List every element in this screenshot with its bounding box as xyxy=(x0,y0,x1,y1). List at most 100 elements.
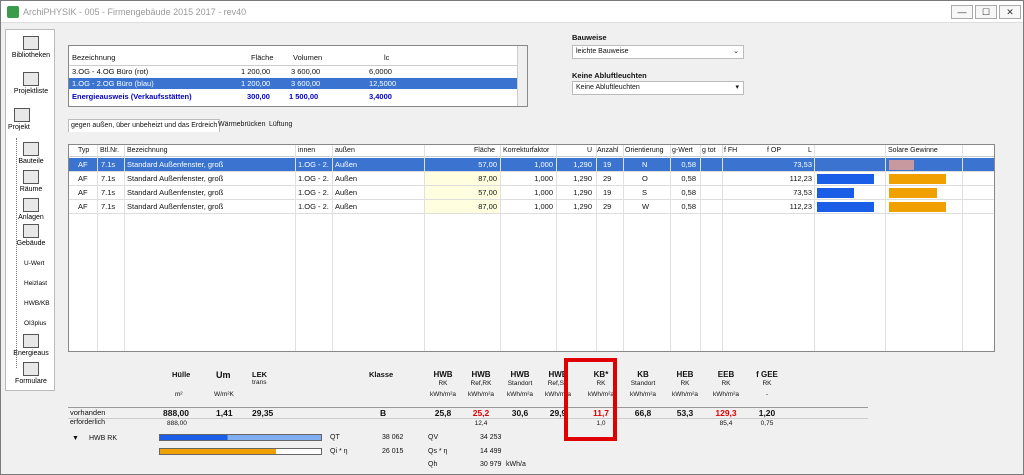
col-ffh[interactable]: f FH xyxy=(724,145,737,157)
grid-cell: 7.1s xyxy=(101,160,116,169)
grid-cell: Außen xyxy=(335,160,358,169)
nav-gebaeude[interactable]: Gebäude xyxy=(6,224,56,247)
grid-cell: AF xyxy=(78,174,88,183)
v-klasse: B xyxy=(380,408,387,418)
col-bezeichnung[interactable]: Bezeichnung xyxy=(127,145,167,157)
close-button[interactable]: ✕ xyxy=(999,5,1021,19)
bauweise-value: leichte Bauweise xyxy=(576,48,629,55)
tab-aussen[interactable]: gegen außen, über unbeheizt und das Erdr… xyxy=(68,119,221,132)
zone-volume: 1 500,00 xyxy=(289,92,319,101)
col-anzahl[interactable]: Anzahl xyxy=(597,145,618,157)
library-icon xyxy=(23,36,39,50)
lek-label: LEK xyxy=(252,370,267,379)
bauweise-select[interactable]: leichte Bauweise ⌄ xyxy=(572,45,744,59)
summary-col-sub: Standort xyxy=(507,380,533,387)
col-volumen[interactable]: Volumen xyxy=(293,52,322,63)
col-u[interactable]: U xyxy=(587,145,592,157)
grid-cell: 1,290 xyxy=(573,174,592,183)
grid-cell: 29 xyxy=(603,202,612,211)
col-fop[interactable]: f OP xyxy=(767,145,781,157)
col-gwert[interactable]: g-Wert xyxy=(672,145,693,157)
erforderlich-label: erforderlich xyxy=(70,419,106,426)
zone-table: Bezeichnung Fläche Volumen lc 3.OG - 4.O… xyxy=(68,45,528,107)
col-innen[interactable]: innen xyxy=(298,145,315,157)
grid-divider xyxy=(596,145,597,351)
nav-oi3plus[interactable]: OI3plus xyxy=(24,320,46,327)
summary-col-title: EEB xyxy=(717,370,735,379)
window-title: ArchiPHYSIK - 005 - Firmengebäude 2015 2… xyxy=(23,7,247,17)
col-flaeche[interactable]: Fläche xyxy=(251,52,274,63)
restore-button[interactable]: ☐ xyxy=(975,5,997,19)
solar-bar xyxy=(889,202,946,212)
grid-row[interactable]: AF 7.1s Standard Außenfenster, groß 1.OG - … xyxy=(69,158,994,172)
zone-row[interactable]: Energieausweis (Verkaufsstätten) 300,00 … xyxy=(69,91,517,102)
grid-divider xyxy=(700,145,701,351)
grid-cell: O xyxy=(642,174,648,183)
zone-name: Energieausweis (Verkaufsstätten) xyxy=(72,92,192,101)
qt-value: 38 062 xyxy=(382,434,404,441)
tab-lueftung[interactable]: Lüftung xyxy=(267,119,294,131)
hwbrk-label: HWB RK xyxy=(89,435,117,442)
nav-hwbkb[interactable]: HWB/KB xyxy=(24,300,50,307)
abluft-select[interactable]: Keine Abluftleuchten ▾ xyxy=(572,81,744,95)
col-orientierung[interactable]: Orientierung xyxy=(625,145,664,157)
grid-divider xyxy=(722,145,723,351)
col-gtot[interactable]: g tot xyxy=(702,145,716,157)
col-korrektur[interactable]: Korrekturfaktor xyxy=(503,145,549,157)
zone-table-scrollbar[interactable] xyxy=(517,46,527,106)
grid-divider xyxy=(424,145,425,351)
summary-col-title: KB xyxy=(637,370,649,379)
zone-row[interactable]: 3.OG - 4.OG Büro (rot) 1 200,00 3 600,00… xyxy=(69,65,517,76)
summary-col-title: HEB xyxy=(676,370,694,379)
zone-row-selected[interactable]: 1.OG - 2.OG Büro (blau) 1 200,00 3 600,0… xyxy=(69,78,517,89)
col-btlnr[interactable]: Btl.Nr. xyxy=(100,145,119,157)
nav-projekt[interactable]: Projekt xyxy=(6,108,56,131)
summary-value-vorhanden: 30,6 xyxy=(511,408,529,418)
kb-highlight-frame xyxy=(564,358,617,441)
summary-col-title: f GEE xyxy=(756,370,778,379)
grid-cell: 1.OG - 2. xyxy=(298,160,329,169)
nav-label: Gebäude xyxy=(16,240,46,247)
zone-area: 1 200,00 xyxy=(241,79,271,88)
nav-anlagen[interactable]: Anlagen xyxy=(6,198,56,221)
summary-col-title: HWB xyxy=(510,370,530,379)
qh-label: Qh xyxy=(428,461,438,468)
room-icon xyxy=(23,170,39,184)
minimize-button[interactable]: — xyxy=(951,5,973,19)
grid-row[interactable]: AF 7.1s Standard Außenfenster, groß 1.OG - … xyxy=(69,172,994,186)
l-bar xyxy=(817,202,874,212)
nav-heizlast[interactable]: Heizlast xyxy=(24,280,47,287)
collapse-toggle[interactable]: ▼ xyxy=(72,435,79,442)
nav-energieausweis[interactable]: Energieaus xyxy=(6,334,56,357)
grid-cell: 0,58 xyxy=(681,188,696,197)
left-navigation: Bibliotheken Projektliste Projekt Bautei… xyxy=(5,29,55,391)
grid-cell: AF xyxy=(78,188,88,197)
grid-cell: 0,58 xyxy=(681,174,696,183)
nav-bauteile[interactable]: Bauteile xyxy=(6,142,56,165)
col-aussen[interactable]: außen xyxy=(335,145,355,157)
tab-waermebruecken[interactable]: Wärmebrücken xyxy=(216,119,267,131)
col-l[interactable]: L xyxy=(808,145,812,157)
col-lc[interactable]: lc xyxy=(384,52,389,63)
summary-value-vorhanden: 1,20 xyxy=(758,408,776,418)
grid-row[interactable]: AF 7.1s Standard Außenfenster, groß 1.OG - … xyxy=(69,200,994,214)
nav-label: Projekt xyxy=(8,124,30,131)
grid-cell: 7.1s xyxy=(101,188,116,197)
grid-cell: Standard Außenfenster, groß xyxy=(127,188,224,197)
nav-raeume[interactable]: Räume xyxy=(6,170,56,193)
grid-cell: 1.OG - 2. xyxy=(298,188,329,197)
col-typ[interactable]: Typ xyxy=(78,145,89,157)
summary-col-sub: RK xyxy=(762,380,772,387)
grid-row[interactable]: AF 7.1s Standard Außenfenster, groß 1.OG - … xyxy=(69,186,994,200)
summary-value-erforderlich: 0,75 xyxy=(760,420,774,427)
qt-label: QT xyxy=(330,434,340,441)
nav-formulare[interactable]: Formulare xyxy=(6,362,56,385)
col-bezeichnung[interactable]: Bezeichnung xyxy=(72,52,115,63)
qi-label: Qi * η xyxy=(330,448,348,455)
col-flaeche[interactable]: Fläche xyxy=(474,145,495,157)
grid-cell: 1,000 xyxy=(534,202,553,211)
nav-projektliste[interactable]: Projektliste xyxy=(6,72,56,95)
col-solar[interactable]: Solare Gewinne xyxy=(888,145,938,157)
nav-uwert[interactable]: U-Wert xyxy=(24,260,44,267)
nav-bibliotheken[interactable]: Bibliotheken xyxy=(6,36,56,59)
